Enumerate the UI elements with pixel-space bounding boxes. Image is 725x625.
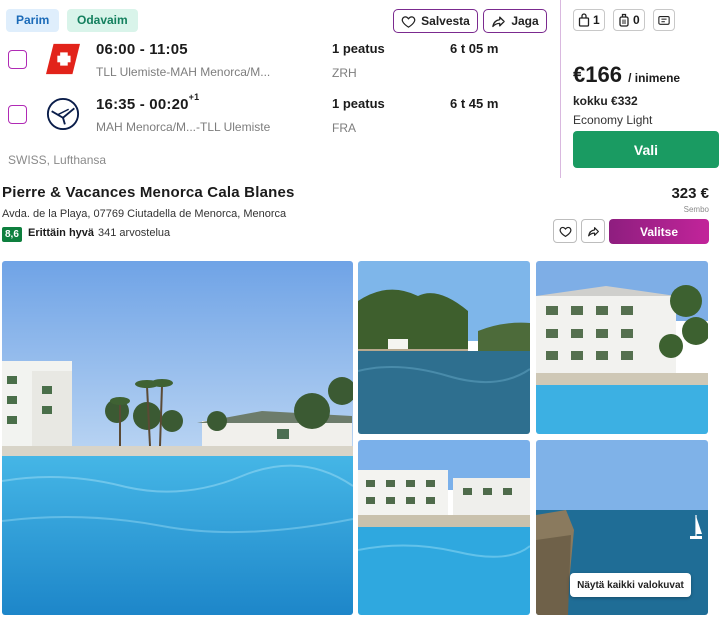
return-leg-checkbox[interactable] [8,105,27,124]
outbound-times: 06:00 - 11:05 [96,41,188,58]
hotel-address: Avda. de la Playa, 07769 Ciutadella de M… [2,208,287,220]
save-label: Salvesta [421,14,470,28]
carry-on-indicator: 0 [613,9,645,31]
checked-bag-indicator [653,9,675,31]
heart-icon [401,15,416,28]
outbound-leg: 06:00 - 11:05 TLL Ulemiste-MAH Menorca/M… [0,38,558,88]
flight-price-panel: 1 0 €166 / inimene kokku €332 Economy Li… [560,0,725,178]
hotel-share-button[interactable] [581,219,605,243]
fare-class: Economy Light [573,113,653,127]
share-arrow-icon [587,226,599,236]
hotel-price-provider: Sembo [683,205,709,214]
flight-result-card: Parim Odavaim Salvesta Jaga 06:00 - 11:0… [0,0,725,178]
return-route: MAH Menorca/M...-TLL Ulemiste [96,120,271,134]
flight-itinerary: Parim Odavaim Salvesta Jaga 06:00 - 11:0… [0,0,558,178]
cheapest-badge: Odavaim [67,9,138,32]
return-times: 16:35 - 00:20+1 [96,92,200,113]
save-button[interactable]: Salvesta [393,9,478,33]
swiss-logo-icon [46,43,80,75]
hotel-name[interactable]: Pierre & Vacances Menorca Cala Blanes [2,184,295,201]
pool-photo-image [2,261,353,615]
return-layover: FRA [332,121,356,135]
return-leg: 16:35 - 00:20+1 MAH Menorca/M...-TLL Ule… [0,92,558,143]
personal-bag-icon [578,13,590,27]
share-label: Jaga [511,14,539,28]
heart-icon [559,226,571,237]
hotel-photo-main[interactable] [2,261,353,615]
select-flight-button[interactable]: Vali [573,131,719,168]
carry-on-bag-icon [619,13,629,27]
outbound-layover: ZRH [332,66,357,80]
outbound-leg-checkbox[interactable] [8,50,27,69]
hotel-price: 323 € [671,185,709,202]
outbound-route: TLL Ulemiste-MAH Menorca/M... [96,65,271,79]
pool-buildings-photo-image [358,440,530,615]
lufthansa-logo-icon [46,97,80,131]
rating-word: Erittäin hyvä [28,227,95,239]
share-button[interactable]: Jaga [483,9,547,33]
rating-score-badge: 8,6 [2,227,22,242]
show-all-photos-button[interactable]: Näytä kaikki valokuvat [570,573,691,597]
return-stops: 1 peatus [332,96,385,111]
outbound-stops: 1 peatus [332,41,385,56]
outbound-duration: 6 t 05 m [450,41,499,56]
checked-bag-icon [658,16,670,25]
results-page: Parim Odavaim Salvesta Jaga 06:00 - 11:0… [0,0,725,625]
return-duration: 6 t 45 m [450,96,499,111]
choose-hotel-button[interactable]: Valitse [609,219,709,244]
hotel-photo-4[interactable] [358,440,530,615]
hotel-building-photo-image [536,261,708,434]
personal-item-indicator: 1 [573,9,605,31]
flight-price: €166 / inimene [573,62,681,87]
carriers-text: SWISS, Lufthansa [8,153,107,167]
cove-photo-image [358,261,530,434]
hotel-favorite-button[interactable] [553,219,577,243]
review-count[interactable]: 341 arvostelua [98,227,170,239]
share-arrow-icon [492,16,506,27]
hotel-photo-2[interactable] [358,261,530,434]
best-badge: Parim [6,9,60,32]
hotel-photo-3[interactable] [536,261,708,434]
flight-total-price: kokku €332 [573,94,638,108]
